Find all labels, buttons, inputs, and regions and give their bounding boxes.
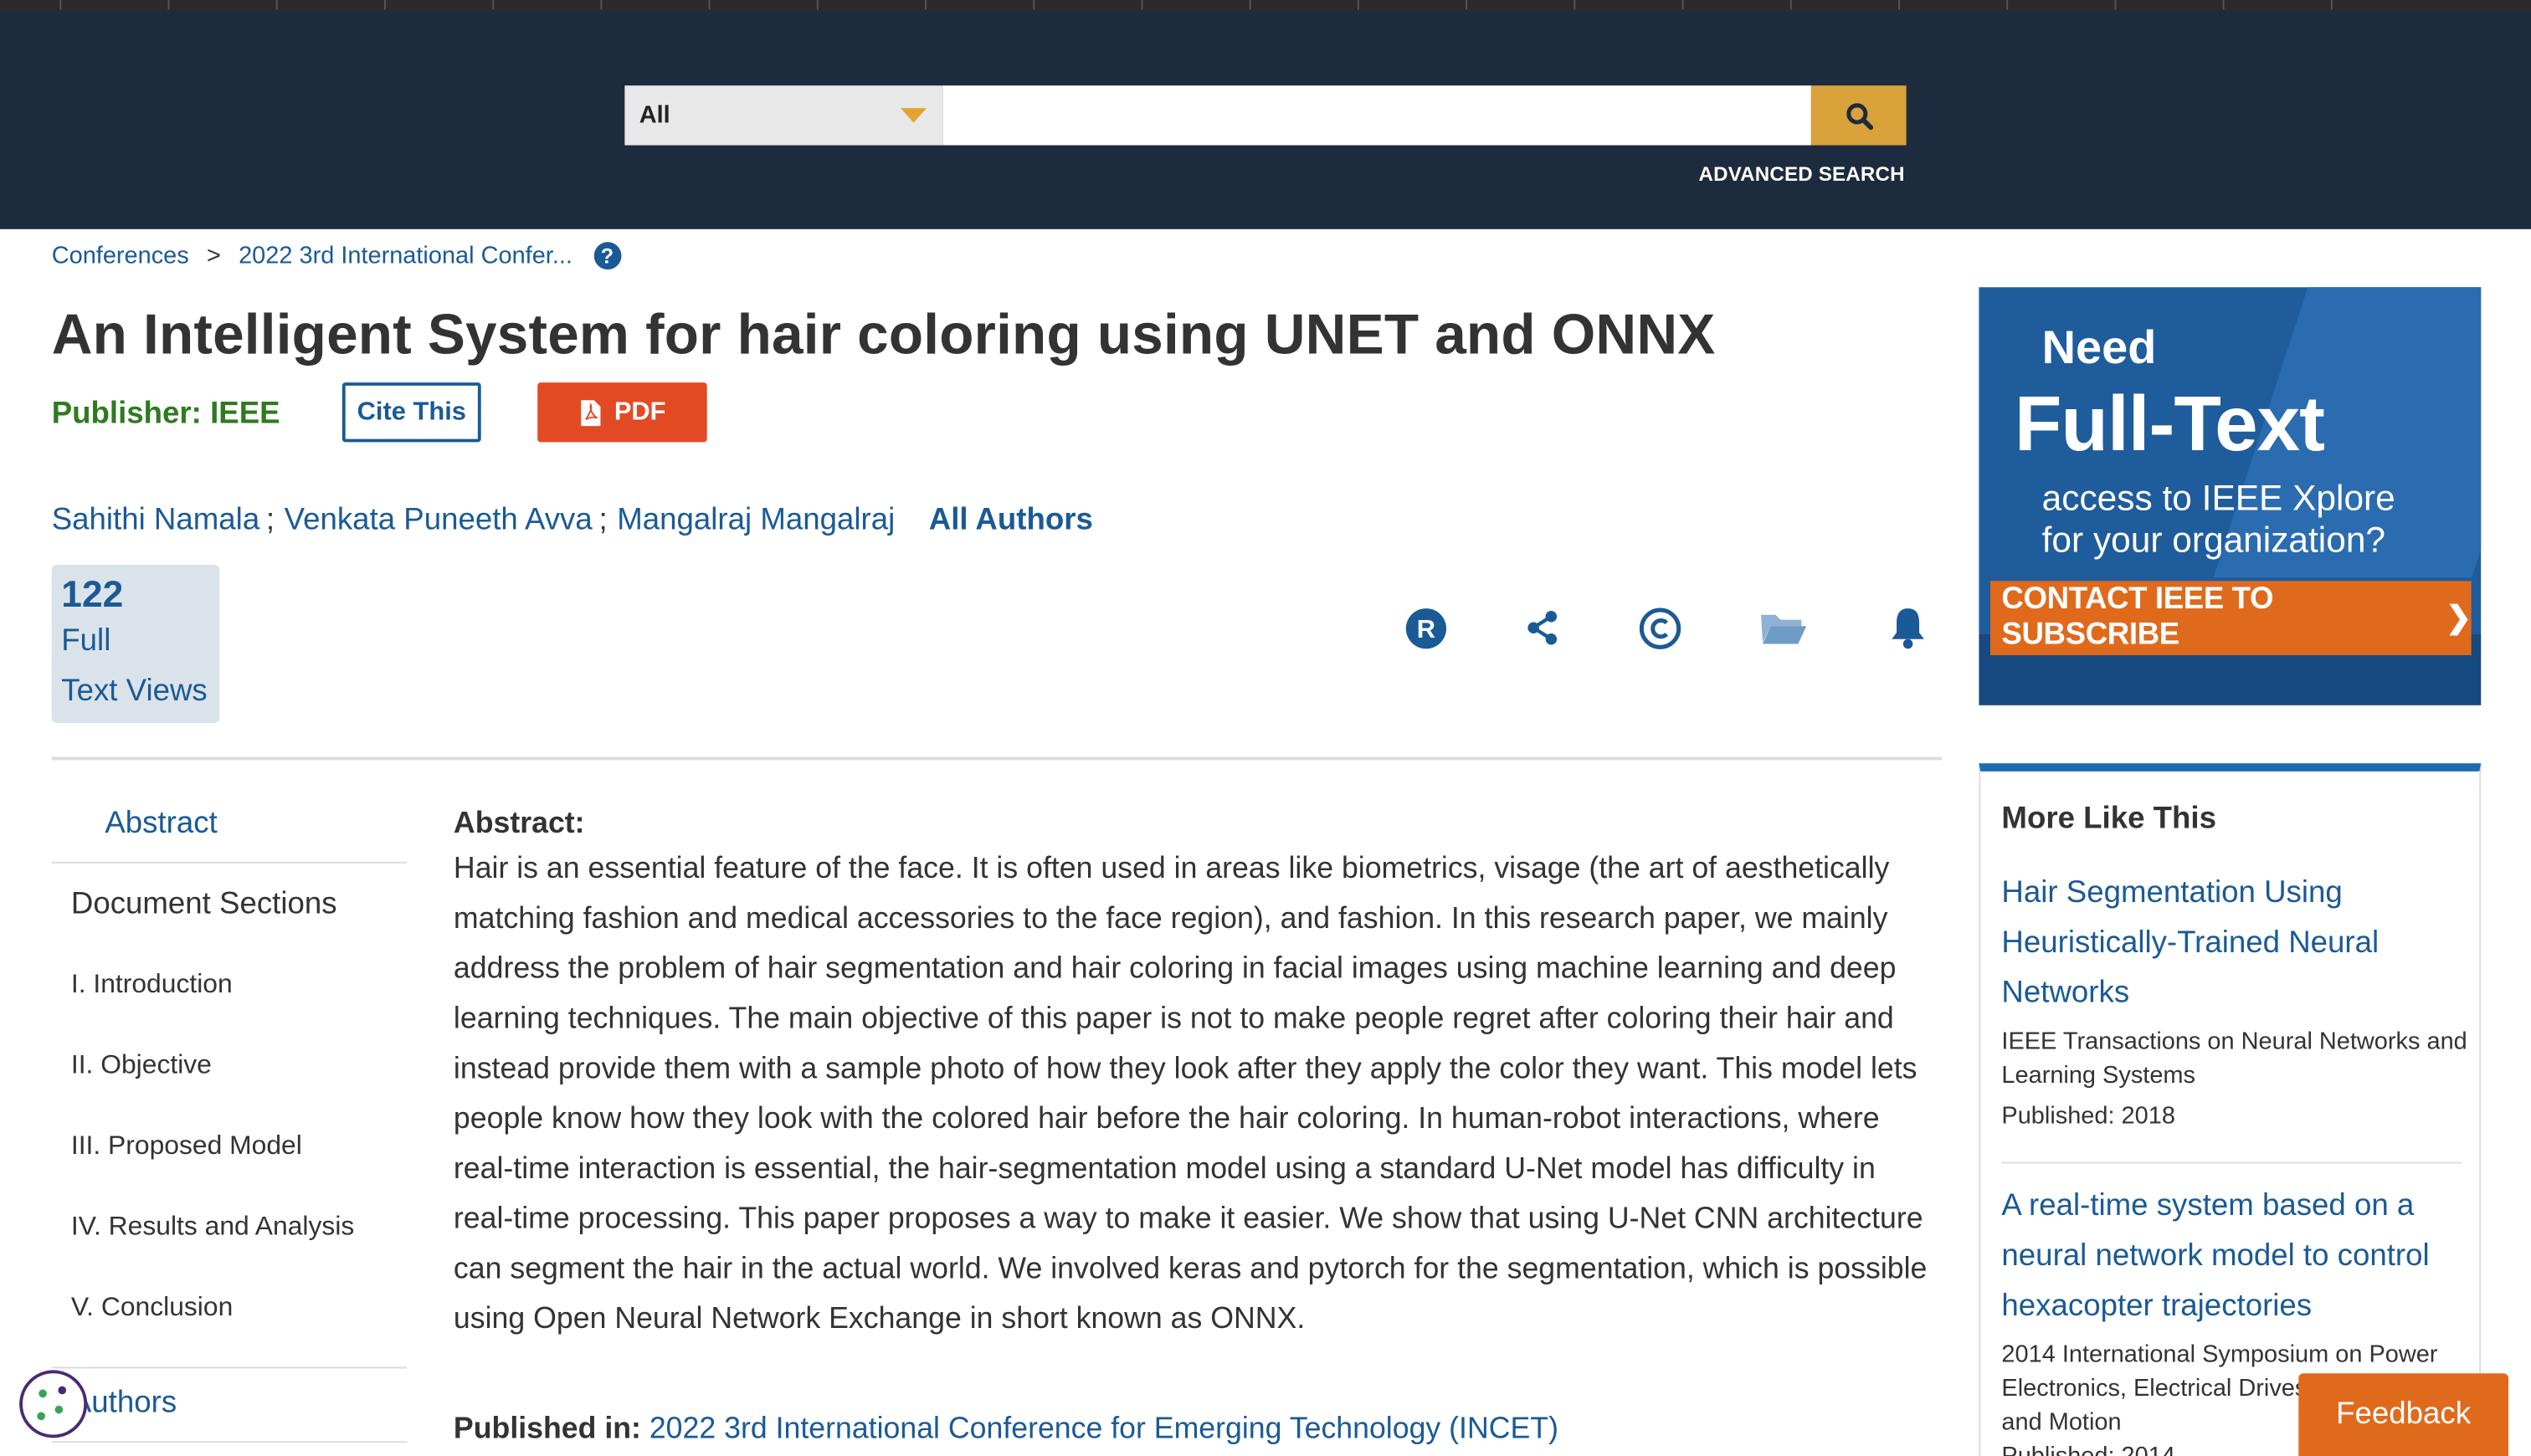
nav-section-proposed-model[interactable]: III. Proposed Model [71, 1131, 302, 1162]
metric-label: Full [61, 624, 111, 659]
breadcrumb-conferences[interactable]: Conferences [52, 242, 189, 269]
search-scope-select[interactable]: All [624, 85, 943, 146]
browser-bookmark-strip [0, 0, 2531, 12]
pdf-label: PDF [613, 397, 666, 426]
chevron-right-icon: ❯ [2446, 601, 2472, 635]
related-article-link[interactable]: Hair Segmentation Using Heuristically-Tr… [2001, 869, 2462, 1018]
svg-text:R: R [1416, 613, 1435, 643]
search-icon [1846, 102, 1873, 130]
search-input[interactable] [942, 85, 1811, 146]
nav-section-introduction[interactable]: I. Introduction [71, 970, 233, 1001]
pdf-button[interactable]: PDF [537, 382, 707, 443]
published-in-label: Published in: [453, 1410, 641, 1445]
nav-section-conclusion[interactable]: V. Conclusion [71, 1293, 233, 1324]
full-text-views-metric[interactable]: 122 Full Text Views [51, 564, 220, 723]
alert-bell-icon[interactable] [1881, 600, 1936, 655]
contact-subscribe-button[interactable]: CONTACT IEEE TO SUBSCRIBE ❯ [1989, 581, 2472, 655]
search-scope-value: All [639, 101, 670, 130]
publisher: Publisher: IEEE [52, 397, 280, 432]
copyright-icon[interactable] [1632, 600, 1687, 655]
publisher-label: Publisher: [51, 397, 202, 431]
cite-this-button[interactable]: Cite This [341, 382, 481, 443]
author-link[interactable]: Mangalraj Mangalraj [617, 504, 895, 539]
section-divider [51, 756, 1943, 761]
share-icon[interactable] [1516, 600, 1571, 655]
nav-abstract[interactable]: Abstract [105, 807, 217, 842]
related-article-link[interactable]: A real-time system based on a neural net… [2001, 1182, 2462, 1331]
page-title: An Intelligent System for hair coloring … [51, 303, 1716, 367]
abstract-heading: Abstract: [453, 805, 585, 839]
more-like-this-panel: More Like This Hair Segmentation Using H… [1979, 763, 2482, 1456]
ad-line-need: Need [2041, 322, 2157, 375]
author-link[interactable]: Venkata Puneeth Avva [285, 504, 593, 539]
publisher-name: IEEE [210, 397, 280, 431]
nav-section-results[interactable]: IV. Results and Analysis [71, 1212, 354, 1243]
abstract-text: Hair is an essential feature of the face… [453, 850, 1928, 1335]
related-article-published: Published: 2018 [2001, 1102, 2175, 1130]
breadcrumb-separator: > [206, 242, 221, 270]
metric-count: 122 [61, 572, 124, 615]
chevron-down-icon [901, 108, 927, 123]
search-button[interactable] [1810, 85, 1907, 146]
published-in-link[interactable]: 2022 3rd International Conference for Em… [649, 1411, 1558, 1445]
ad-line-access: access to IEEE Xplore for your organizat… [2041, 477, 2395, 561]
breadcrumb: Conferences > 2022 3rd International Con… [52, 242, 621, 270]
ad-line-full-text: Full-Text [2014, 382, 2325, 469]
related-article-venue: IEEE Transactions on Neural Networks and… [2001, 1028, 2467, 1089]
more-like-this-heading: More Like This [2001, 802, 2216, 836]
rights-icon[interactable]: R [1398, 600, 1453, 655]
advanced-search-link[interactable]: ADVANCED SEARCH [1698, 163, 1904, 186]
published-in: Published in: 2022 3rd International Con… [454, 1411, 1558, 1446]
cookie-preferences-icon[interactable] [19, 1370, 88, 1438]
help-icon[interactable]: ? [593, 242, 621, 270]
nav-section-objective[interactable]: II. Objective [71, 1050, 212, 1081]
breadcrumb-conference[interactable]: 2022 3rd International Confer... [239, 242, 572, 269]
pdf-icon [580, 399, 600, 426]
feedback-button[interactable]: Feedback [2298, 1373, 2508, 1456]
folder-icon[interactable] [1756, 600, 1811, 655]
author-list: Sahithi Namala ; Venkata Puneeth Avva ; … [51, 503, 1093, 539]
subscribe-ad-banner[interactable]: Need Full-Text access to IEEE Xplore for… [1979, 287, 2482, 705]
metric-label: Text Views [61, 674, 208, 709]
document-sections-heading: Document Sections [70, 887, 337, 922]
site-header: All ADVANCED SEARCH [0, 11, 2531, 229]
all-authors-link[interactable]: All Authors [929, 504, 1093, 539]
search-bar: All [624, 85, 1907, 146]
author-link[interactable]: Sahithi Namala [52, 504, 259, 539]
